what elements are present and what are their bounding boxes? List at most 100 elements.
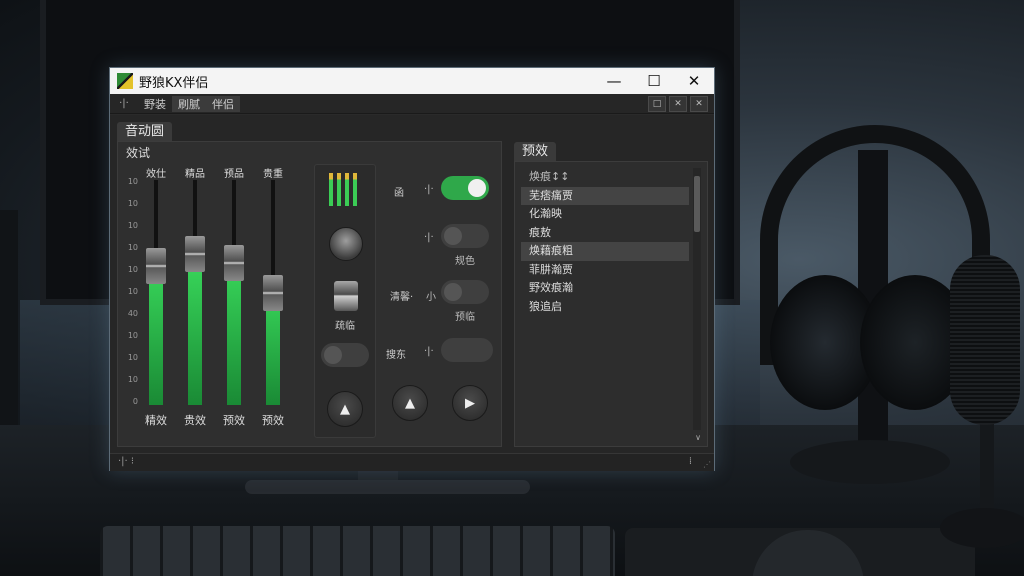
row1-label: 函 [394, 188, 404, 199]
row2-caption: 规色 [455, 256, 475, 267]
mini-fader[interactable] [334, 281, 358, 311]
row3-caption: 预临 [455, 312, 475, 323]
preset-list-header: 焕痕↕↕ [529, 170, 570, 183]
preset-item[interactable]: 菲肼瀚贾 [521, 261, 689, 280]
microphone-stand [980, 420, 994, 520]
presets-panel: 焕痕↕↕ 芜痞痛贾 化瀚映 痕敖 焕藉痕粗 菲肼瀚贾 野效痕瀚 狼追启 ∨ [514, 161, 708, 447]
app-icon [117, 73, 133, 89]
menu-item-1[interactable]: 野装 [138, 96, 172, 112]
row3-icon: 小 [426, 292, 436, 303]
scale-label: 40 [127, 309, 138, 318]
preset-item[interactable]: 芜痞痛贾 [521, 186, 689, 205]
audio-icon[interactable]: ·|· [110, 98, 138, 109]
headphone-stand-base [790, 440, 950, 484]
microphone [950, 255, 1020, 425]
preset-item[interactable]: 焕藉痕粗 [521, 242, 689, 261]
fader-knob[interactable] [224, 245, 244, 282]
level-meter [188, 263, 202, 405]
mixer-panel: 效试 10 10 10 10 10 10 40 10 10 10 0 效仕精效 精品贵效 预品预效 贵重预效… [117, 141, 502, 447]
resize-grip-icon[interactable]: ⋰ [703, 460, 711, 469]
menu-item-3[interactable]: 伴侣 [206, 95, 240, 112]
minimize-button[interactable]: — [594, 68, 634, 94]
mini-meter-2 [337, 173, 341, 206]
row4-icon: ·|· [424, 346, 434, 357]
status-right: ⁞ [688, 456, 692, 467]
status-bar: ·|· ⁝ ⁞ ⋰ [110, 453, 714, 471]
preset-list: 焕痕↕↕ 芜痞痛贾 化瀚映 痕敖 焕藉痕粗 菲肼瀚贾 野效痕瀚 狼追启 [521, 168, 689, 316]
microphone-base [940, 508, 1024, 548]
row3-label: 清馨· [390, 292, 414, 303]
app-window: 野狼KX伴侣 — ☐ ✕ ·|· 野装 刷腻 伴侣 □ ✕ ✕ 音动圆 效试 1… [109, 67, 715, 471]
mini-fader-label: 疏临 [335, 321, 355, 332]
channel-footer: 预效 [223, 414, 245, 427]
row2-toggle[interactable] [441, 224, 489, 248]
inner-close-button-1[interactable]: ✕ [669, 95, 687, 112]
channel-footer: 贵效 [184, 414, 206, 427]
scale-label: 10 [127, 287, 138, 296]
preset-item[interactable]: 野效痕瀚 [521, 279, 689, 298]
panel-subtitle: 效试 [126, 146, 151, 160]
scale-label: 0 [132, 397, 138, 406]
row2-icon: ·|· [424, 232, 434, 243]
status-left: ·|· ⁝ [118, 456, 135, 467]
scale-label: 10 [127, 177, 138, 186]
channel-header: 效仕 [146, 169, 166, 180]
preset-item[interactable]: 狼追启 [521, 298, 689, 317]
close-button[interactable]: ✕ [674, 68, 714, 94]
content-area: 音动圆 效试 10 10 10 10 10 10 40 10 10 10 0 效仕 精效 精品 贵效 预品 预效… [110, 115, 714, 471]
mini-meter-3 [345, 173, 349, 206]
channel-footer: 预效 [262, 414, 284, 427]
mini-meter-1 [329, 173, 333, 206]
menu-item-2[interactable]: 刷腻 [172, 95, 206, 112]
row1-toggle[interactable] [441, 176, 489, 200]
fader-knob[interactable] [263, 274, 283, 311]
preset-item[interactable]: 痕敖 [521, 224, 689, 243]
scale-label: 10 [127, 243, 138, 252]
fader-knob[interactable] [146, 247, 166, 284]
mini-control-box: 疏临 ▲ [314, 164, 376, 438]
row4-toggle[interactable] [441, 338, 493, 362]
preset-scrollbar[interactable] [693, 168, 701, 430]
play-icon: ▶ [465, 395, 475, 411]
title-bar: 野狼KX伴侣 — ☐ ✕ [110, 68, 714, 94]
play-button[interactable]: ▶ [452, 385, 488, 421]
monitor-stand-base [245, 480, 530, 494]
mini-toggle[interactable] [321, 343, 369, 367]
inner-window-controls: □ ✕ ✕ [648, 95, 708, 112]
scale-label: 10 [127, 265, 138, 274]
inner-close-button-2[interactable]: ✕ [690, 95, 708, 112]
inner-restore-button[interactable]: □ [648, 95, 666, 112]
scale-label: 10 [127, 353, 138, 362]
channel-header: 精品 [185, 169, 205, 180]
scroll-down-icon[interactable]: ∨ [695, 433, 701, 442]
scroll-thumb[interactable] [694, 176, 700, 232]
channel-footer: 精效 [145, 414, 167, 427]
tab-presets[interactable]: 预效 [514, 142, 557, 162]
row3-toggle[interactable] [441, 280, 489, 304]
channel-header: 预品 [224, 169, 244, 180]
speaker [0, 210, 18, 460]
keyboard [100, 526, 615, 576]
level-meter [149, 265, 163, 405]
row4-label: 搜东 [386, 350, 406, 361]
gain-knob[interactable] [329, 227, 363, 261]
window-title: 野狼KX伴侣 [139, 75, 209, 91]
up-button[interactable]: ▲ [327, 391, 363, 427]
preset-item[interactable]: 化瀚映 [521, 205, 689, 224]
maximize-button[interactable]: ☐ [634, 68, 674, 94]
window-controls: — ☐ ✕ [594, 68, 714, 94]
menu-bar: ·|· 野装 刷腻 伴侣 □ ✕ ✕ [110, 94, 714, 114]
scale-label: 10 [127, 375, 138, 384]
tab-mixer[interactable]: 音动圆 [117, 122, 173, 142]
channel-header: 贵重 [263, 169, 283, 180]
scale-label: 10 [127, 199, 138, 208]
eject-icon: ▲ [405, 395, 415, 411]
up-arrow-icon: ▲ [340, 401, 350, 417]
scale-label: 10 [127, 221, 138, 230]
eject-button[interactable]: ▲ [392, 385, 428, 421]
level-meter [227, 263, 241, 405]
scale-label: 10 [127, 331, 138, 340]
mini-meter-4 [353, 173, 357, 206]
fader-knob[interactable] [185, 236, 205, 273]
row1-icon: ·|· [424, 184, 434, 195]
